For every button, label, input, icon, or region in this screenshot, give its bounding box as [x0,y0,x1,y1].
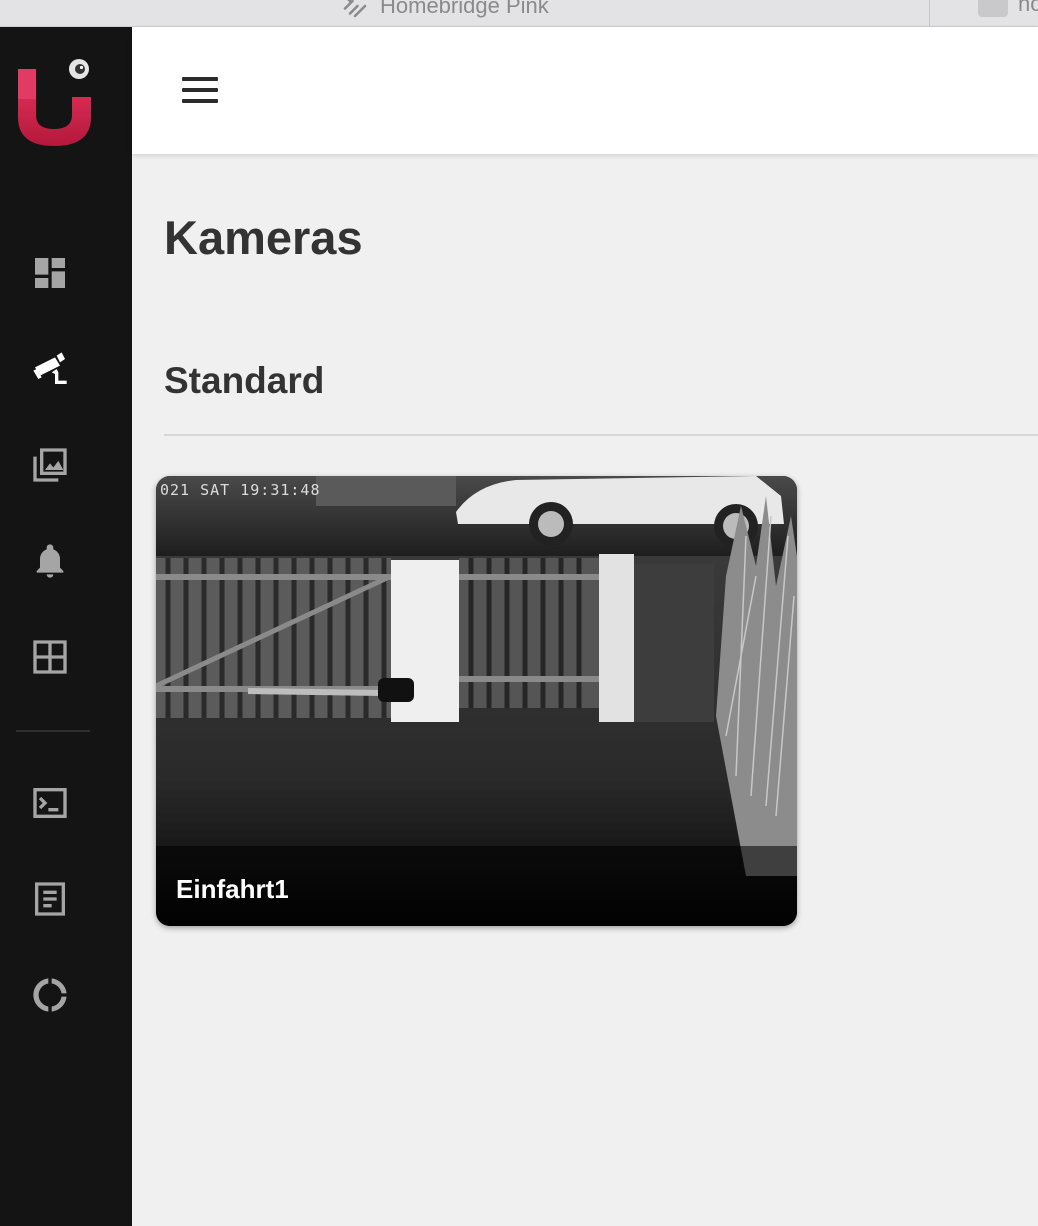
camera-snapshot [156,476,797,926]
bell-icon [36,544,64,578]
grid-icon [33,640,67,674]
browser-tab-title: Homebridge Pink [380,0,549,18]
terminal-icon [33,788,67,818]
camera-ui-logo[interactable] [14,57,98,149]
tab-divider [929,0,930,26]
camera-name: Einfahrt1 [176,874,289,904]
chat-icon [978,0,1008,17]
sidebar-item-dashboard[interactable] [28,251,72,295]
donut-chart-icon [33,978,67,1012]
browser-tab[interactable]: Homebridge Pink [340,0,549,21]
sidebar-item-log[interactable] [28,877,72,921]
dashboard-icon [35,258,65,288]
browser-tab-2-title: ho [1018,0,1038,16]
sidebar-item-console[interactable] [28,781,72,825]
browser-tab-strip: Homebridge Pink ho [0,0,1038,27]
hamburger-menu-icon[interactable] [182,77,220,105]
page-title: Kameras [164,211,363,264]
camera-card[interactable]: 021 SAT 19:31:48 Einfahrt1 [156,476,797,926]
top-header [132,27,1038,154]
cctv-camera-icon [33,352,67,384]
section-title: Standard [164,360,325,401]
sidebar-divider [16,730,90,732]
homebridge-icon [343,0,367,18]
sidebar [0,27,132,1226]
sidebar-item-notifications[interactable] [28,539,72,583]
sidebar-item-recordings[interactable] [28,443,72,487]
browser-tab-2[interactable]: ho [978,0,1038,17]
sidebar-item-utilization[interactable] [28,973,72,1017]
document-icon [35,882,65,916]
camera-timestamp-overlay: 021 SAT 19:31:48 [160,481,321,499]
section-divider [164,434,1038,436]
sidebar-item-cameras[interactable] [28,347,72,391]
photo-library-icon [33,448,67,482]
sidebar-item-camview[interactable] [28,635,72,679]
